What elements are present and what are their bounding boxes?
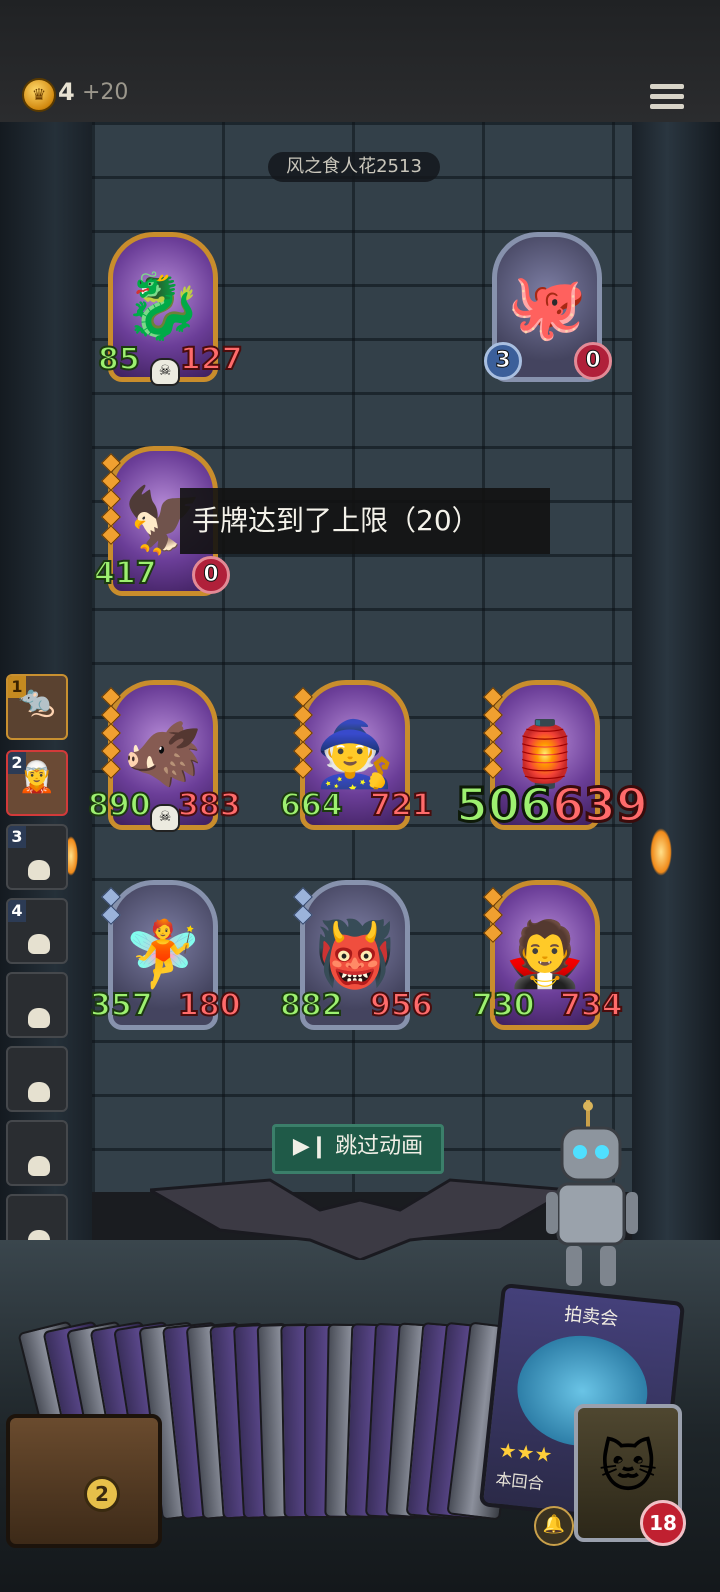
- right-pillar: [632, 122, 720, 1242]
- skull-icon: [28, 860, 50, 880]
- skip-animation-button[interactable]: ▶❙ 跳过动画: [272, 1124, 444, 1174]
- elf-portrait: 🧝: [18, 760, 56, 795]
- unit-attack: 85: [97, 341, 141, 378]
- unit-health: 180: [177, 987, 242, 1024]
- roster-rank: 4: [8, 900, 26, 922]
- gold-count: 4: [58, 78, 75, 106]
- skull-icon: [28, 934, 50, 954]
- roster-slot[interactable]: [6, 972, 68, 1038]
- hand-limit-toast: 手牌达到了上限（20）: [180, 488, 550, 554]
- roster-rank: 3: [8, 826, 26, 848]
- crown-coin-icon: ♛: [22, 78, 56, 112]
- unit-health: 956: [369, 987, 434, 1024]
- unit-health: 127: [179, 341, 244, 378]
- unit-attack: 506: [454, 777, 553, 834]
- rank-gems: [293, 887, 313, 925]
- unit-health: 721: [369, 787, 434, 824]
- unit-attack: 417: [93, 555, 158, 592]
- unit-attack: 357: [89, 987, 154, 1024]
- auction-title: 拍卖会: [563, 1303, 620, 1331]
- rank-gems: [101, 453, 121, 545]
- skull-icon: [28, 1082, 50, 1102]
- menu-icon[interactable]: [650, 84, 684, 114]
- roster-slot[interactable]: 4: [6, 898, 68, 964]
- rank-gems: [101, 887, 121, 925]
- unit-health: 0: [574, 342, 612, 380]
- roster-slot[interactable]: 3: [6, 824, 68, 890]
- unit-health: 383: [177, 787, 242, 824]
- unit-attack: 730: [471, 987, 536, 1024]
- bat-ornament-icon: [150, 1178, 570, 1260]
- unit-attack: 664: [279, 787, 344, 824]
- skull-icon: ☠: [150, 358, 180, 386]
- unit-attack: 882: [279, 987, 344, 1024]
- roster-slot[interactable]: [6, 1120, 68, 1186]
- rat-portrait: 🐀: [18, 684, 56, 719]
- unit-attack: 890: [87, 787, 152, 824]
- skull-icon: [28, 1008, 50, 1028]
- skull-icon: [28, 1156, 50, 1176]
- unit-health: 0: [192, 556, 230, 594]
- treasure-chest-icon[interactable]: [6, 1414, 162, 1548]
- roster-slot[interactable]: 2 🧝: [6, 750, 68, 816]
- rank-gems: [101, 687, 121, 779]
- rank-gems: [293, 687, 313, 779]
- star-rating-icon: ★★★: [497, 1437, 554, 1468]
- bell-icon[interactable]: 🔔: [534, 1506, 574, 1546]
- unit-attack: 3: [484, 342, 522, 380]
- torch-icon: [650, 828, 672, 876]
- rank-gems: [483, 887, 503, 943]
- unit-health: 639: [551, 777, 650, 834]
- skip-icon: ▶❙: [292, 1134, 336, 1159]
- rank-gems: [483, 687, 503, 779]
- skip-label: 跳过动画: [335, 1134, 424, 1159]
- auction-subtitle: 本回合: [494, 1469, 545, 1494]
- chest-count: 2: [84, 1476, 120, 1512]
- hero-health: 18: [640, 1500, 686, 1546]
- roster-slot[interactable]: [6, 1046, 68, 1112]
- unit-health: 734: [559, 987, 624, 1024]
- top-bar: ♛ 4 +20: [0, 0, 720, 125]
- enemy-name: 风之食人花2513: [268, 152, 440, 182]
- robot-mascot-icon: [546, 1100, 638, 1286]
- skull-icon: ☠: [150, 804, 180, 832]
- roster-slot[interactable]: 1 🐀: [6, 674, 68, 740]
- damage-number: 506639: [454, 777, 650, 834]
- gold-bonus: +20: [82, 80, 129, 105]
